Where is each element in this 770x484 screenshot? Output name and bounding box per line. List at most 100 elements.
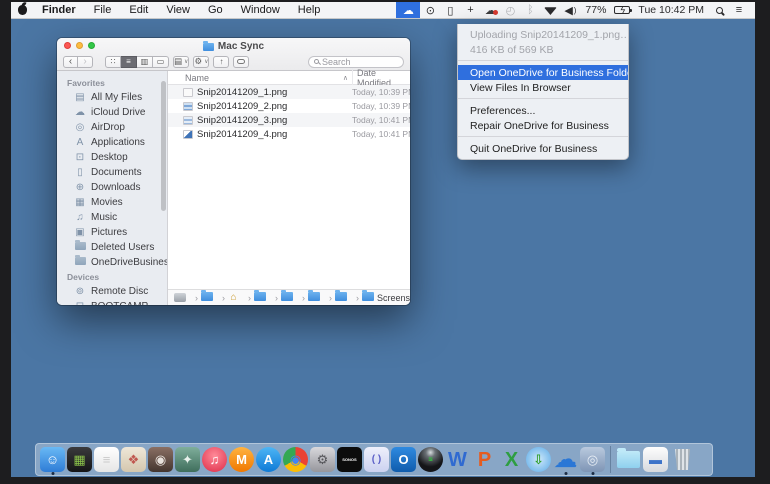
- sidebar-item[interactable]: ◎ AirDrop: [57, 120, 167, 135]
- sidebar-item[interactable]: OneDriveBusiness: [57, 255, 167, 270]
- menubar-menu[interactable]: Help: [289, 2, 330, 18]
- aperture-app[interactable]: ✦: [174, 444, 201, 475]
- forward-button[interactable]: ›: [78, 55, 93, 68]
- excel[interactable]: X: [498, 444, 525, 475]
- menu-item[interactable]: [458, 98, 628, 100]
- notification-center-icon[interactable]: ≡: [729, 2, 749, 18]
- photos-collage-app[interactable]: ❖: [120, 444, 147, 475]
- volume-icon[interactable]: ◀: [560, 2, 580, 18]
- file-row[interactable]: Snip20141209_4.png Today, 10:41 PM: [168, 127, 410, 141]
- dock-item[interactable]: [606, 444, 615, 475]
- menu-item[interactable]: Uploading Snip20141209_1.png…: [458, 27, 628, 42]
- sidebar-item[interactable]: ▤ All My Files: [57, 90, 167, 105]
- chrome[interactable]: ◉: [282, 444, 309, 475]
- menubar-menu[interactable]: Go: [199, 2, 232, 18]
- spotlight-search-icon[interactable]: [709, 2, 729, 18]
- path-folder[interactable]: [335, 290, 362, 303]
- sidebar-item[interactable]: ♫ Music: [57, 210, 167, 225]
- menu-item[interactable]: View Files In Browser: [458, 80, 628, 95]
- remote-screen-app[interactable]: ▦: [66, 444, 93, 475]
- app-store[interactable]: A: [255, 444, 282, 475]
- finder[interactable]: ☺: [39, 444, 66, 475]
- path-folder[interactable]: [308, 290, 335, 303]
- menu-item[interactable]: [458, 136, 628, 138]
- add-plus-icon[interactable]: +: [460, 2, 480, 18]
- sidebar-item[interactable]: ⊕ Downloads: [57, 180, 167, 195]
- coverflow-view-button[interactable]: ▭: [153, 55, 169, 68]
- power-circle-icon[interactable]: ⊙: [420, 2, 440, 18]
- path-home[interactable]: ⌂: [228, 292, 254, 303]
- camera-collage-app[interactable]: ◉: [147, 444, 174, 475]
- file-row[interactable]: Snip20141209_2.png Today, 10:39 PM: [168, 99, 410, 113]
- menu-item[interactable]: Open OneDrive for Business Folder: [458, 65, 628, 80]
- sidebar-item[interactable]: ⊚ Remote Disc: [57, 284, 167, 299]
- path-folder-screenshots[interactable]: Screenshots: [362, 290, 410, 303]
- sidebar-item[interactable]: Deleted Users: [57, 240, 167, 255]
- downloads-folder-stack[interactable]: [615, 444, 642, 475]
- sidebar-item[interactable]: ☁ iCloud Drive: [57, 105, 167, 120]
- onedrive-business-menubar-icon[interactable]: ☁: [396, 2, 421, 18]
- sidebar-item[interactable]: ⊟ BOOTCAMP: [57, 299, 167, 305]
- itunes[interactable]: ♫: [201, 444, 228, 475]
- back-button[interactable]: ‹: [63, 55, 78, 68]
- sidebar-scrollbar[interactable]: [161, 81, 166, 211]
- menubar-clock[interactable]: Tue 10:42 PM: [633, 2, 709, 18]
- zoom-button[interactable]: [88, 42, 95, 49]
- close-button[interactable]: [64, 42, 71, 49]
- battery-charging-icon[interactable]: [611, 2, 633, 18]
- system-preferences[interactable]: ⚙: [309, 444, 336, 475]
- powerpoint[interactable]: P: [471, 444, 498, 475]
- menubar-menu[interactable]: Edit: [120, 2, 157, 18]
- peripheral-battery-icon[interactable]: ▯: [440, 2, 460, 18]
- sidebar-item[interactable]: ⊡ Desktop: [57, 150, 167, 165]
- battery-percent-label[interactable]: 77%: [580, 2, 611, 18]
- apple-menu[interactable]: [11, 2, 33, 18]
- search-field[interactable]: Search: [308, 55, 404, 68]
- documents-stack[interactable]: ▬: [642, 444, 669, 475]
- ibooks[interactable]: M: [228, 444, 255, 475]
- time-machine-icon[interactable]: ◴: [500, 2, 520, 18]
- menubar-menu[interactable]: Finder: [33, 2, 85, 18]
- arrange-button[interactable]: ▤ ∨: [173, 55, 190, 68]
- path-folder[interactable]: [254, 290, 281, 303]
- title-bar[interactable]: Mac Sync: [57, 38, 410, 53]
- remote-access-app[interactable]: ( ): [363, 444, 390, 475]
- trash[interactable]: [669, 444, 696, 475]
- menu-item[interactable]: Preferences...: [458, 103, 628, 118]
- bluetooth-icon[interactable]: ᛒ: [520, 2, 540, 18]
- path-drive[interactable]: [174, 293, 201, 303]
- file-row[interactable]: Snip20141209_1.png Today, 10:39 PM: [168, 85, 410, 99]
- sidebar-item[interactable]: ▯ Documents: [57, 165, 167, 180]
- dark-sphere-app[interactable]: ≋: [417, 444, 444, 475]
- share-button[interactable]: ↑: [213, 55, 230, 68]
- menu-item[interactable]: Quit OneDrive for Business: [458, 141, 628, 156]
- sonos[interactable]: SONOS: [336, 444, 363, 475]
- globe-download-app[interactable]: ⇩: [525, 444, 552, 475]
- action-gear-button[interactable]: ⚙ ∨: [193, 55, 210, 68]
- menubar-menu[interactable]: View: [157, 2, 199, 18]
- screenshot-app[interactable]: ◎: [579, 444, 606, 475]
- menubar-menu[interactable]: File: [85, 2, 121, 18]
- menu-item[interactable]: Repair OneDrive for Business: [458, 118, 628, 133]
- onedrive[interactable]: ☁: [552, 444, 579, 475]
- menubar-menu[interactable]: Window: [232, 2, 289, 18]
- path-folder[interactable]: [201, 290, 228, 303]
- menu-item[interactable]: 416 KB of 569 KB: [458, 42, 628, 57]
- word[interactable]: W: [444, 444, 471, 475]
- minimize-button[interactable]: [76, 42, 83, 49]
- column-view-button[interactable]: ▥: [137, 55, 153, 68]
- sidebar-item[interactable]: ▣ Pictures: [57, 225, 167, 240]
- onedrive-error-menubar-icon[interactable]: ☁: [480, 2, 500, 18]
- file-row[interactable]: Snip20141209_3.png Today, 10:41 PM: [168, 113, 410, 127]
- icon-view-button[interactable]: ∷: [105, 55, 121, 68]
- tags-button[interactable]: [233, 55, 250, 68]
- column-header-name[interactable]: Name ∧: [168, 73, 352, 83]
- sidebar-item[interactable]: ▦ Movies: [57, 195, 167, 210]
- wifi-icon[interactable]: [540, 2, 560, 18]
- notes-app[interactable]: ≡: [93, 444, 120, 475]
- list-view-button[interactable]: ≡: [121, 55, 137, 68]
- outlook[interactable]: O: [390, 444, 417, 475]
- menu-item[interactable]: [458, 60, 628, 62]
- sidebar-item[interactable]: A Applications: [57, 135, 167, 150]
- path-folder[interactable]: [281, 290, 308, 303]
